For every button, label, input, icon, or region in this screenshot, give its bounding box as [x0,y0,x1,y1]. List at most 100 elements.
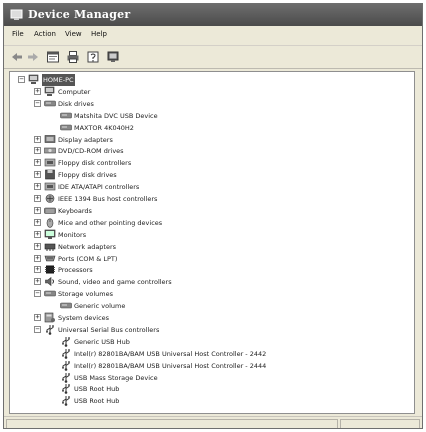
menu-bar: File Action View Help [4,27,422,46]
expand-toggle-icon[interactable]: + [34,87,41,95]
tree-node[interactable]: + Keyboards [10,205,410,217]
controller-icon [44,182,56,191]
tree-node[interactable]: + Processors [10,264,410,276]
collapse-toggle-icon[interactable]: − [34,325,41,333]
tree-node-label: Generic volume [74,302,126,311]
expand-toggle-icon[interactable]: + [34,266,41,274]
expand-toggle-icon[interactable]: + [34,147,41,155]
disk-drive-icon [60,124,72,130]
usb-icon [62,384,70,395]
tree-node[interactable]: + Network adapters [10,241,410,253]
keyboard-icon [44,207,56,214]
cdrom-icon [44,148,56,154]
expand-toggle-icon[interactable]: + [34,218,41,226]
system-icon [44,312,55,323]
tree-node-label: USB Mass Storage Device [74,373,158,382]
mouse-icon [46,218,54,228]
tree-node[interactable]: + IEEE 1394 Bus host controllers [10,193,410,205]
expand-toggle-icon[interactable]: + [34,278,41,286]
expand-toggle-icon[interactable]: + [34,183,41,191]
disk-drive-icon [60,302,72,309]
computer-icon [44,86,55,96]
tree-node-label: USB Root Hub [74,397,120,406]
tree-node[interactable]: + Mice and other pointing devices [10,217,410,229]
tree-node-label: Universal Serial Bus controllers [58,325,160,334]
tree-node[interactable]: USB Root Hub [10,383,410,395]
tree-node[interactable]: Intel(r) 82801BA/BAM USB Universal Host … [10,348,410,360]
tree-node[interactable]: + System devices [10,312,410,324]
tree-node[interactable]: + Sound, video and game controllers [10,276,410,288]
tree-node[interactable]: − Storage volumes [10,288,410,300]
properties-window-icon[interactable] [46,50,60,64]
expand-toggle-icon[interactable]: + [34,254,41,262]
tree-node[interactable]: + DVD/CD-ROM drives [10,145,410,157]
tree-node-label: Keyboards [58,206,92,215]
expand-toggle-icon[interactable]: + [34,135,41,143]
tree-node-label: Monitors [58,230,87,239]
computer-icon [28,74,39,84]
tree-node-label: USB Root Hub [74,385,120,394]
expand-toggle-icon[interactable]: + [34,242,41,250]
tree-node[interactable]: + Display adapters [10,134,410,146]
tree-node[interactable]: − Disk drives [10,98,410,110]
menu-action[interactable]: Action [34,30,56,38]
disk-drive-icon [44,100,56,107]
menu-file[interactable]: File [12,30,24,38]
usb-icon [62,336,70,347]
tree-node[interactable]: + Ports (COM & LPT) [10,253,410,265]
scan-hardware-icon[interactable] [106,50,120,64]
tree-node[interactable]: + Monitors [10,229,410,241]
tree-node-label: Intel(r) 82801BA/BAM USB Universal Host … [74,349,267,358]
tree-node[interactable]: Intel(r) 82801BA/BAM USB Universal Host … [10,360,410,372]
network-icon [44,243,56,251]
controller-icon [44,158,56,167]
tree-node-label: IEEE 1394 Bus host controllers [58,195,158,203]
monitor-icon [44,229,56,239]
tree-node[interactable]: − HOME-PC [10,74,410,86]
menu-view[interactable]: View [65,30,82,38]
usb-icon [62,372,70,383]
tree-node[interactable]: Generic USB Hub [10,336,410,348]
expand-toggle-icon[interactable]: + [34,314,41,321]
disk-drive-icon [44,290,56,297]
tree-node-label: Mice and other pointing devices [58,218,163,227]
tree-node-label: Display adapters [58,135,113,144]
device-manager-icon [10,9,23,20]
tree-node[interactable]: USB Root Hub [10,395,410,407]
tree-node-label: Intel(r) 82801BA/BAM USB Universal Host … [74,361,267,370]
tree-node-label: MAXTOR 4K040H2 [74,123,134,132]
title-bar[interactable]: Device Manager [4,4,422,26]
usb-icon [62,396,70,407]
tree-node-label: Floppy disk drives [58,171,117,180]
collapse-toggle-icon[interactable]: − [34,290,41,298]
tree-node[interactable]: − Universal Serial Bus controllers [10,324,410,336]
expand-toggle-icon[interactable]: + [34,206,41,214]
firewire-icon [45,194,55,203]
expand-toggle-icon[interactable]: + [34,230,41,238]
tree-node[interactable]: USB Mass Storage Device [10,372,410,384]
tree-node-label: Disk drives [58,99,94,108]
tree-node-label: HOME-PC [42,74,75,86]
menu-help[interactable]: Help [91,30,107,38]
print-icon[interactable] [66,50,80,64]
collapse-toggle-icon[interactable]: − [34,99,41,107]
forward-arrow-icon[interactable] [26,50,40,64]
tree-node[interactable]: Generic volume [10,300,410,312]
expand-toggle-icon[interactable]: + [34,171,41,179]
tree-node[interactable]: + Computer [10,86,410,98]
collapse-toggle-icon[interactable]: − [18,76,25,83]
expand-toggle-icon[interactable]: + [34,159,41,167]
back-arrow-icon[interactable] [10,50,24,64]
toolbar [4,46,422,69]
tree-node[interactable]: + Floppy disk controllers [10,157,410,169]
tree-node[interactable]: + Floppy disk drives [10,169,410,181]
usb-icon [46,324,54,335]
expand-toggle-icon[interactable]: + [34,195,41,202]
device-tree: − HOME-PC + Computer − Disk drives Matshita DV… [9,71,415,414]
tree-node[interactable]: + IDE ATA/ATAPI controllers [10,181,410,193]
usb-icon [62,348,70,359]
port-icon [44,255,56,261]
help-properties-icon[interactable] [86,50,100,64]
tree-node[interactable]: MAXTOR 4K040H2 [10,122,410,134]
tree-node[interactable]: Matshita DVC USB Device [10,110,410,122]
